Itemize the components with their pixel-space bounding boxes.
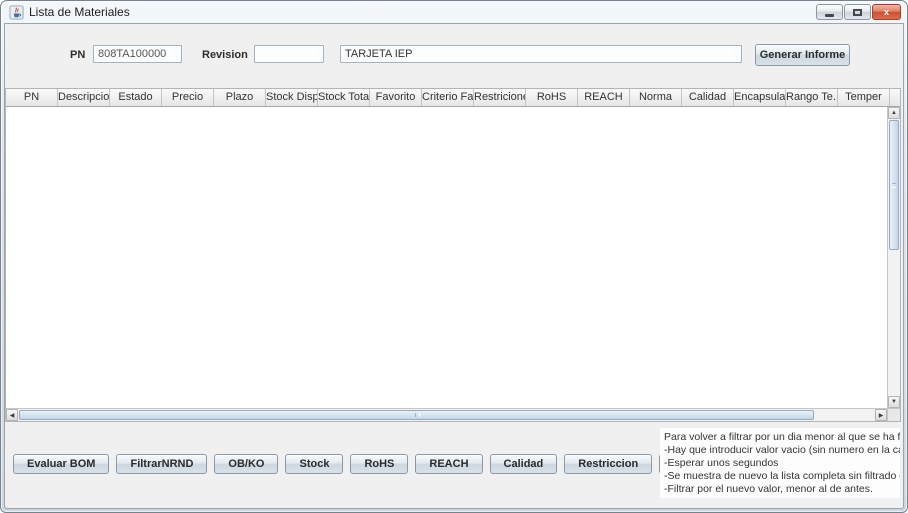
minimize-button[interactable] (816, 4, 843, 20)
left-arrow-icon: ◀ (10, 412, 15, 419)
help-line: -Se muestra de nuevo la lista completa s… (664, 470, 896, 483)
vertical-scrollbar[interactable]: ▲ ▼ (887, 107, 900, 408)
table-header-row: PNDescripcionEstadoPrecioPlazoStock Disp… (6, 89, 900, 107)
column-header-pn[interactable]: PN (6, 89, 58, 107)
column-header-reach[interactable]: REACH (578, 89, 630, 107)
evaluar-bom-button[interactable]: Evaluar BOM (13, 454, 109, 474)
column-header-encapsulado[interactable]: Encapsulado (734, 89, 786, 107)
maximize-icon (853, 9, 862, 16)
revision-input[interactable] (254, 45, 324, 63)
column-header-descripcion[interactable]: Descripcion (58, 89, 110, 107)
column-header-rango-te[interactable]: Rango Te... (786, 89, 838, 107)
window: Lista de Materiales x PN Revision Genera… (0, 0, 908, 513)
generar-informe-button[interactable]: Generar Informe (755, 44, 850, 66)
scrollbar-corner (887, 408, 900, 421)
column-header-restricione[interactable]: Restricione... (474, 89, 526, 107)
calidad-button[interactable]: Calidad (490, 454, 558, 474)
scroll-left-button[interactable]: ◀ (6, 409, 18, 421)
column-header-stock-total[interactable]: Stock Total (318, 89, 370, 107)
content-panel: PN Revision Generar Informe PNDescripcio… (4, 23, 904, 509)
vertical-scrollbar-thumb[interactable] (889, 120, 899, 250)
filtrarnrnd-button[interactable]: FiltrarNRND (116, 454, 207, 474)
column-header-criterio-fav[interactable]: Criterio Fav... (422, 89, 474, 107)
right-arrow-icon: ▶ (879, 412, 884, 419)
rohs-button[interactable]: RoHS (350, 454, 408, 474)
help-line: -Filtrar por el nuevo valor, menor al de… (664, 483, 896, 496)
column-header-temper[interactable]: Temper (838, 89, 890, 107)
materials-table: PNDescripcionEstadoPrecioPlazoStock Disp… (5, 88, 901, 422)
column-header-estado[interactable]: Estado (110, 89, 162, 107)
help-line: -Hay que introducir valor vacio (sin num… (664, 444, 896, 457)
column-header-favorito[interactable]: Favorito (370, 89, 422, 107)
help-text: Para volver a filtrar por un dia menor a… (660, 428, 900, 498)
scroll-right-button[interactable]: ▶ (875, 409, 887, 421)
table-body[interactable] (6, 107, 887, 408)
titlebar[interactable]: Lista de Materiales x (1, 1, 907, 23)
description-input[interactable] (340, 45, 742, 63)
stock-button[interactable]: Stock (285, 454, 343, 474)
column-header-plazo[interactable]: Plazo (214, 89, 266, 107)
scroll-down-button[interactable]: ▼ (888, 396, 900, 408)
pn-label: PN (70, 49, 85, 61)
column-header-precio[interactable]: Precio (162, 89, 214, 107)
revision-label: Revision (202, 49, 248, 61)
maximize-button[interactable] (844, 4, 871, 20)
column-header-calidad[interactable]: Calidad (682, 89, 734, 107)
ob-ko-button[interactable]: OB/KO (214, 454, 278, 474)
help-line: Para volver a filtrar por un dia menor a… (664, 431, 896, 444)
horizontal-scrollbar[interactable]: ◀ ▶ (6, 408, 887, 421)
column-header-rohs[interactable]: RoHS (526, 89, 578, 107)
help-line: -Esperar unos segundos (664, 457, 896, 470)
close-icon: x (884, 7, 889, 17)
reach-button[interactable]: REACH (415, 454, 482, 474)
minimize-icon (825, 14, 834, 17)
scroll-up-button[interactable]: ▲ (888, 107, 900, 119)
close-button[interactable]: x (872, 4, 901, 20)
pn-input[interactable] (93, 45, 182, 63)
column-header-stock-disp[interactable]: Stock Disp... (266, 89, 318, 107)
up-arrow-icon: ▲ (891, 110, 897, 116)
java-icon (9, 5, 24, 20)
restriccion-button[interactable]: Restriccion (564, 454, 652, 474)
column-header-norma[interactable]: Norma (630, 89, 682, 107)
window-title: Lista de Materiales (29, 5, 130, 19)
horizontal-scrollbar-thumb[interactable] (19, 410, 814, 420)
down-arrow-icon: ▼ (891, 399, 897, 405)
